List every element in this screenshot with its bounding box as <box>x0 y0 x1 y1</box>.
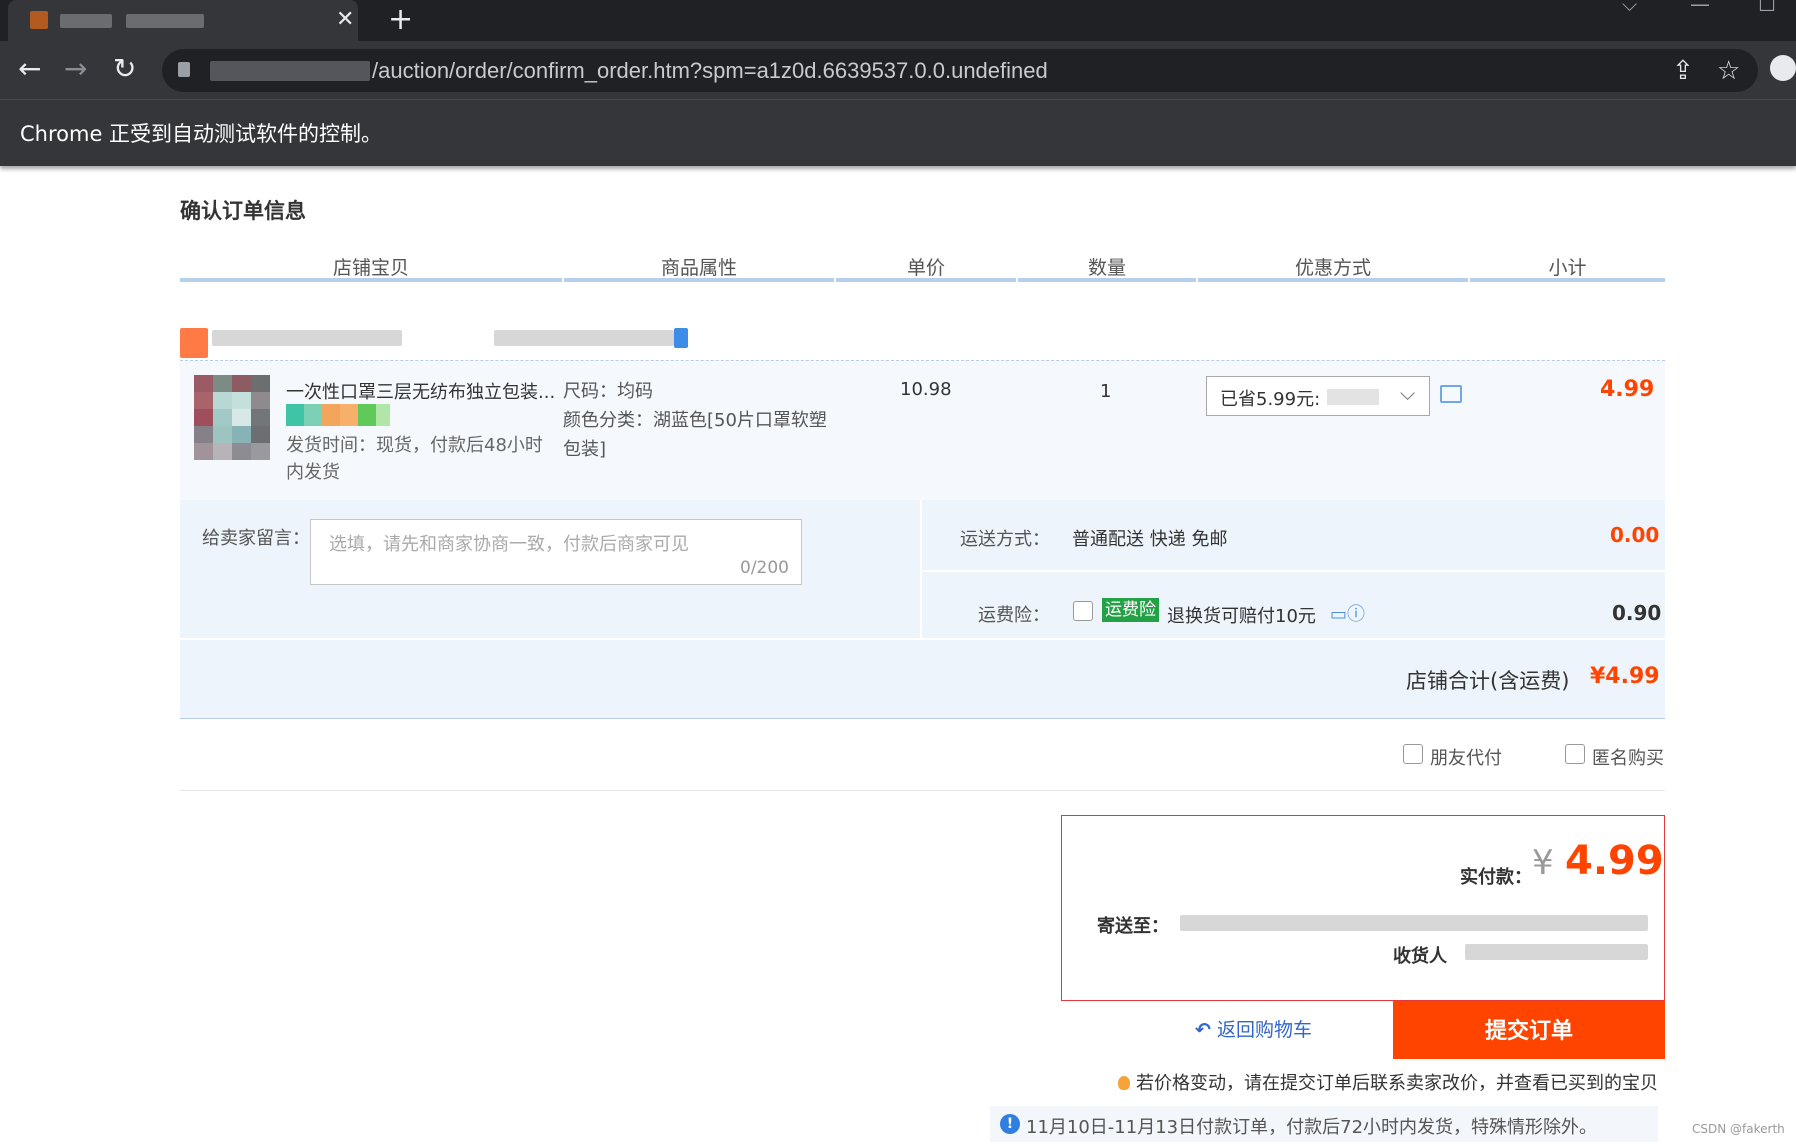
item-attr-color: 颜色分类：湖蓝色[50片口罩软塑包装] <box>563 410 827 460</box>
message-icon[interactable] <box>1440 385 1462 403</box>
url-domain-redacted <box>210 61 370 81</box>
item-ship-time: 发货时间：现货，付款后48小时内发货 <box>286 435 543 483</box>
shop-name-redacted[interactable] <box>212 330 402 346</box>
column-underline <box>1018 278 1196 282</box>
share-icon[interactable]: ⇪ <box>1672 55 1694 87</box>
item-attr-size: 尺码：均码 <box>563 381 653 402</box>
discount-selected-value: 已省5.99元: <box>1220 389 1321 410</box>
discount-select[interactable]: 已省5.99元: ⌵ <box>1206 376 1430 416</box>
bookmark-star-icon[interactable]: ☆ <box>1717 55 1740 87</box>
insurance-description: 退换货可赔付10元 <box>1167 606 1316 627</box>
divider <box>180 638 1665 640</box>
friend-pay-checkbox[interactable] <box>1403 744 1423 764</box>
shipping-notice-bar: ! 11月10日-11月13日付款订单，付款后72小时内发货，特殊情形除外。 <box>990 1106 1658 1142</box>
receiver-label: 收货人 <box>1393 946 1447 967</box>
item-title-link[interactable]: 一次性口罩三层无纺布独立包装... <box>286 378 555 404</box>
column-underline <box>1198 278 1468 282</box>
divider <box>922 570 1665 572</box>
lightbulb-icon <box>1118 1076 1130 1090</box>
item-tag-icon <box>358 404 376 426</box>
address-redacted <box>1180 915 1648 931</box>
friend-pay-label[interactable]: 朋友代付 <box>1430 744 1502 770</box>
column-header-discount: 优惠方式 <box>1294 257 1371 279</box>
item-tag-icon <box>322 404 340 426</box>
tab-favicon-icon <box>30 11 48 29</box>
column-header-subtotal: 小计 <box>1548 257 1587 279</box>
item-quantity: 1 <box>1100 381 1112 402</box>
url-text: /auction/order/confirm_order.htm?spm=a1z… <box>372 58 1048 83</box>
maximize-icon[interactable]: ☐ <box>1758 0 1776 16</box>
item-tag-icon <box>304 404 322 426</box>
shop-contact-redacted[interactable] <box>494 330 674 346</box>
shipping-method: 普通配送 快递 免邮 <box>1072 529 1228 550</box>
chat-seller-icon[interactable] <box>674 328 688 348</box>
lock-icon <box>178 62 190 77</box>
tab-close-icon[interactable]: ✕ <box>336 6 354 34</box>
item-tag-icon <box>376 404 390 426</box>
item-subtotal: 4.99 <box>1600 377 1655 402</box>
memo-label: 给卖家留言： <box>202 528 310 549</box>
pay-currency: ¥ <box>1532 843 1554 883</box>
browser-tab-bar: ✕ + ⌵ — ☐ <box>0 0 1796 41</box>
column-underline <box>1470 278 1665 282</box>
address-label: 寄送至： <box>1097 916 1169 937</box>
shipping-label: 运送方式： <box>960 529 1050 550</box>
price-change-tip-text: 若价格变动，请在提交订单后联系卖家改价，并查看已买到的宝贝 <box>1136 1073 1658 1094</box>
anonymous-checkbox[interactable] <box>1565 744 1585 764</box>
column-underline <box>836 278 1016 282</box>
tab-search-icon[interactable]: ⌵ <box>1622 0 1637 16</box>
reload-icon[interactable]: ↻ <box>113 53 136 85</box>
memo-placeholder: 选填，请先和商家协商一致，付款后商家可见 <box>329 534 689 555</box>
memo-char-count: 0/200 <box>740 558 789 578</box>
shop-total-label: 店铺合计(含运费) <box>1406 669 1570 693</box>
pay-amount-label: 实付款： <box>1460 867 1532 888</box>
page-title: 确认订单信息 <box>180 199 306 223</box>
submit-order-button[interactable]: 提交订单 <box>1393 1001 1665 1059</box>
item-tag-icon <box>286 404 304 426</box>
insurance-badge: 运费险 <box>1102 598 1159 622</box>
chevron-down-icon: ⌵ <box>1400 381 1416 405</box>
info-icon: ! <box>1000 1114 1020 1134</box>
address-bar[interactable]: /auction/order/confirm_order.htm?spm=a1z… <box>162 49 1758 92</box>
anonymous-label[interactable]: 匿名购买 <box>1592 744 1664 770</box>
column-header-attributes: 商品属性 <box>660 257 737 279</box>
back-to-cart-label: 返回购物车 <box>1216 1019 1312 1041</box>
browser-toolbar: ← → ↻ /auction/order/confirm_order.htm?s… <box>0 41 1796 99</box>
insurance-label: 运费险： <box>978 605 1050 626</box>
discount-detail-redacted <box>1327 389 1379 405</box>
automation-infobar: Chrome 正受到自动测试软件的控制。 <box>0 99 1796 166</box>
insurance-help-icon[interactable]: ▭ⓘ <box>1330 600 1365 626</box>
pay-amount-value: 4.99 <box>1565 838 1664 884</box>
item-thumbnail[interactable] <box>194 375 270 460</box>
column-underline <box>180 278 562 282</box>
receiver-redacted <box>1465 944 1648 960</box>
item-tag-icon <box>340 404 358 426</box>
column-underline <box>564 278 834 282</box>
forward-arrow-icon[interactable]: → <box>64 53 87 85</box>
shop-logo-redacted <box>180 328 208 358</box>
browser-tab-active[interactable]: ✕ <box>8 0 358 41</box>
back-arrow-icon[interactable]: ← <box>18 53 41 85</box>
column-header-unit-price: 单价 <box>906 257 945 279</box>
insurance-fee: 0.90 <box>1612 601 1662 625</box>
insurance-checkbox[interactable] <box>1073 601 1093 621</box>
automation-notice: Chrome 正受到自动测试软件的控制。 <box>20 122 383 146</box>
column-header-quantity: 数量 <box>1087 257 1126 279</box>
item-unit-price: 10.98 <box>900 379 952 400</box>
shop-total-value: ¥4.99 <box>1590 664 1660 689</box>
price-change-tip: 若价格变动，请在提交订单后联系卖家改价，并查看已买到的宝贝 <box>1118 1069 1658 1095</box>
new-tab-icon[interactable]: + <box>388 2 413 38</box>
back-arrow-icon: ↶ <box>1195 1019 1211 1041</box>
divider <box>180 790 1665 791</box>
back-to-cart-link[interactable]: ↶ 返回购物车 <box>1195 1015 1312 1042</box>
profile-avatar-icon[interactable] <box>1770 55 1796 81</box>
column-header-shop-item: 店铺宝贝 <box>332 257 409 279</box>
tab-title-redacted <box>60 14 112 28</box>
watermark: CSDN @fakerth <box>1692 1122 1785 1136</box>
minimize-icon[interactable]: — <box>1690 0 1710 16</box>
tab-title-redacted <box>126 14 204 28</box>
shipping-notice-text: 11月10日-11月13日付款订单，付款后72小时内发货，特殊情形除外。 <box>1026 1117 1598 1138</box>
shipping-fee: 0.00 <box>1610 523 1660 547</box>
seller-memo-input[interactable]: 选填，请先和商家协商一致，付款后商家可见 0/200 <box>310 519 802 585</box>
